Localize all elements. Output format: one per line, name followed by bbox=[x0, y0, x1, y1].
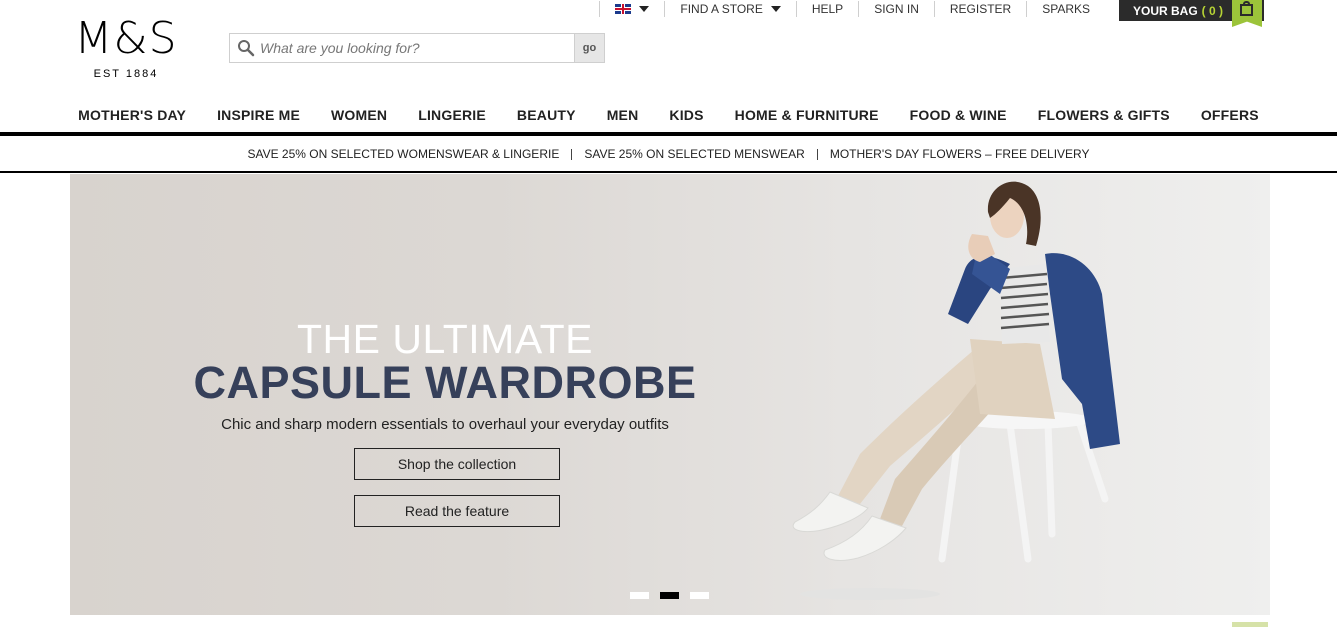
utility-bar: FIND A STORE HELP SIGN IN REGISTER SPARK… bbox=[599, 0, 1105, 18]
nav-food-wine[interactable]: FOOD & WINE bbox=[894, 104, 1022, 128]
hero-copy: THE ULTIMATE CAPSULE WARDROBE Chic and s… bbox=[180, 318, 710, 433]
shop-collection-button[interactable]: Shop the collection bbox=[354, 448, 560, 480]
promo-flowers-link[interactable]: MOTHER'S DAY FLOWERS – FREE DELIVERY bbox=[818, 147, 1102, 161]
bag-count: ( 0 ) bbox=[1201, 3, 1224, 18]
find-store-label: FIND A STORE bbox=[680, 2, 763, 16]
nav-lingerie[interactable]: LINGERIE bbox=[403, 104, 502, 128]
sign-in-link[interactable]: SIGN IN bbox=[858, 1, 934, 17]
search-box: go bbox=[229, 33, 605, 63]
carousel-dot-3[interactable] bbox=[690, 592, 709, 599]
shopping-bag-icon bbox=[1232, 0, 1262, 27]
promo-womenswear-link[interactable]: SAVE 25% ON SELECTED WOMENSWEAR & LINGER… bbox=[235, 147, 571, 161]
nav-men[interactable]: MEN bbox=[591, 104, 654, 128]
nav-divider bbox=[0, 132, 1337, 136]
uk-flag-icon bbox=[615, 4, 632, 14]
promo-menswear-link[interactable]: SAVE 25% ON SELECTED MENSWEAR bbox=[572, 147, 817, 161]
logo-est: EST 1884 bbox=[93, 68, 159, 80]
sparks-link[interactable]: SPARKS bbox=[1026, 1, 1105, 17]
your-bag-button[interactable]: YOUR BAG ( 0 ) bbox=[1119, 0, 1264, 27]
nav-mothers-day[interactable]: MOTHER'S DAY bbox=[63, 104, 202, 128]
nav-inspire-me[interactable]: INSPIRE ME bbox=[202, 104, 316, 128]
hero-title-line2: CAPSULE WARDROBE bbox=[193, 357, 697, 408]
nav-kids[interactable]: KIDS bbox=[654, 104, 719, 128]
chevron-down-icon bbox=[639, 6, 650, 12]
nav-flowers-gifts[interactable]: FLOWERS & GIFTS bbox=[1022, 104, 1185, 128]
ms-logo[interactable]: M&S EST 1884 bbox=[68, 13, 184, 81]
bag-label: YOUR BAG bbox=[1133, 3, 1198, 18]
country-selector[interactable] bbox=[599, 1, 664, 17]
hero-banner[interactable]: THE ULTIMATE CAPSULE WARDROBE Chic and s… bbox=[70, 174, 1270, 615]
search-icon bbox=[238, 40, 255, 57]
chair-shape bbox=[938, 416, 1109, 563]
nav-offers[interactable]: OFFERS bbox=[1185, 104, 1274, 128]
hero-subtitle: Chic and sharp modern essentials to over… bbox=[221, 416, 669, 433]
nav-women[interactable]: WOMEN bbox=[315, 104, 402, 128]
corner-decoration bbox=[1232, 622, 1268, 627]
help-link[interactable]: HELP bbox=[795, 1, 858, 17]
read-feature-button[interactable]: Read the feature bbox=[354, 495, 560, 527]
search-input[interactable] bbox=[260, 36, 570, 60]
search-go-button[interactable]: go bbox=[574, 33, 605, 63]
register-link[interactable]: REGISTER bbox=[933, 1, 1026, 17]
nav-home-furniture[interactable]: HOME & FURNITURE bbox=[719, 104, 894, 128]
logo-mark: M&S bbox=[74, 13, 178, 64]
hero-title-line1: THE ULTIMATE bbox=[296, 316, 594, 362]
promo-strip: SAVE 25% ON SELECTED WOMENSWEAR & LINGER… bbox=[0, 137, 1337, 173]
carousel-indicators bbox=[630, 592, 709, 599]
find-store-link[interactable]: FIND A STORE bbox=[664, 1, 795, 17]
chevron-down-icon bbox=[770, 6, 781, 12]
carousel-dot-2[interactable] bbox=[660, 592, 679, 599]
main-nav: MOTHER'S DAY INSPIRE ME WOMEN LINGERIE B… bbox=[0, 104, 1337, 128]
nav-beauty[interactable]: BEAUTY bbox=[501, 104, 591, 128]
carousel-dot-1[interactable] bbox=[630, 592, 649, 599]
hero-model-image bbox=[792, 181, 1120, 600]
